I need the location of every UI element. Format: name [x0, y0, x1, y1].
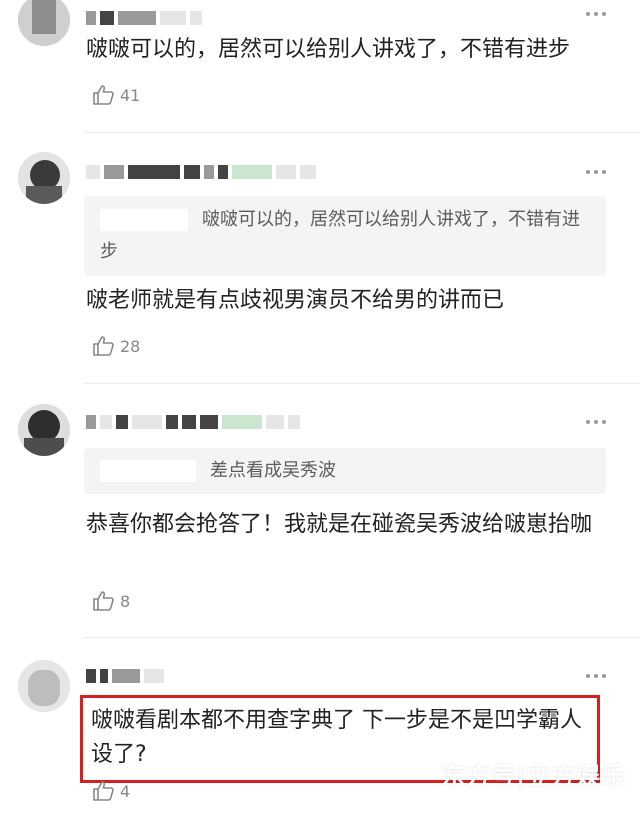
quoted-username-blurred	[100, 209, 188, 231]
thumbs-up-icon	[93, 336, 114, 356]
quoted-text: 差点看成吴秀波	[210, 460, 336, 481]
more-dots-icon[interactable]	[586, 12, 606, 16]
quoted-reply: 啵啵可以的，居然可以给别人讲戏了，不错有进步	[84, 196, 606, 276]
avatar[interactable]	[18, 152, 70, 204]
comment-text: 啵啵可以的，居然可以给别人讲戏了，不错有进步	[86, 37, 571, 62]
quoted-reply: 差点看成吴秀波	[84, 448, 606, 494]
divider	[84, 637, 640, 638]
avatar[interactable]	[18, 0, 70, 46]
more-dots-icon[interactable]	[586, 420, 606, 424]
like-button[interactable]: 4	[92, 778, 130, 804]
thumbs-up-icon	[93, 591, 114, 611]
avatar[interactable]	[18, 660, 70, 712]
username-blurred[interactable]	[86, 664, 164, 688]
watermark: 东方号|立方娱乐	[441, 762, 626, 790]
more-dots-icon[interactable]	[586, 674, 606, 678]
like-button[interactable]: 28	[92, 333, 140, 359]
comment-text: 恭喜你都会抢答了！我就是在碰瓷吴秀波给啵崽抬咖	[86, 512, 593, 537]
quoted-username-blurred	[100, 460, 196, 482]
comment-text: 啵老师就是有点歧视男演员不给男的讲而已	[86, 288, 505, 313]
thumbs-up-icon	[93, 85, 114, 105]
username-blurred[interactable]	[86, 410, 300, 434]
like-count: 28	[120, 336, 141, 356]
username-blurred[interactable]	[86, 6, 202, 30]
username-blurred[interactable]	[86, 160, 316, 184]
like-count: 8	[120, 591, 131, 611]
more-dots-icon[interactable]	[586, 170, 606, 174]
like-button[interactable]: 8	[92, 588, 130, 614]
like-count: 41	[120, 85, 141, 105]
divider	[84, 132, 640, 133]
thumbs-up-icon	[93, 781, 114, 801]
divider	[84, 383, 640, 384]
like-count: 4	[120, 781, 131, 801]
avatar[interactable]	[18, 404, 70, 456]
like-button[interactable]: 41	[92, 82, 140, 108]
